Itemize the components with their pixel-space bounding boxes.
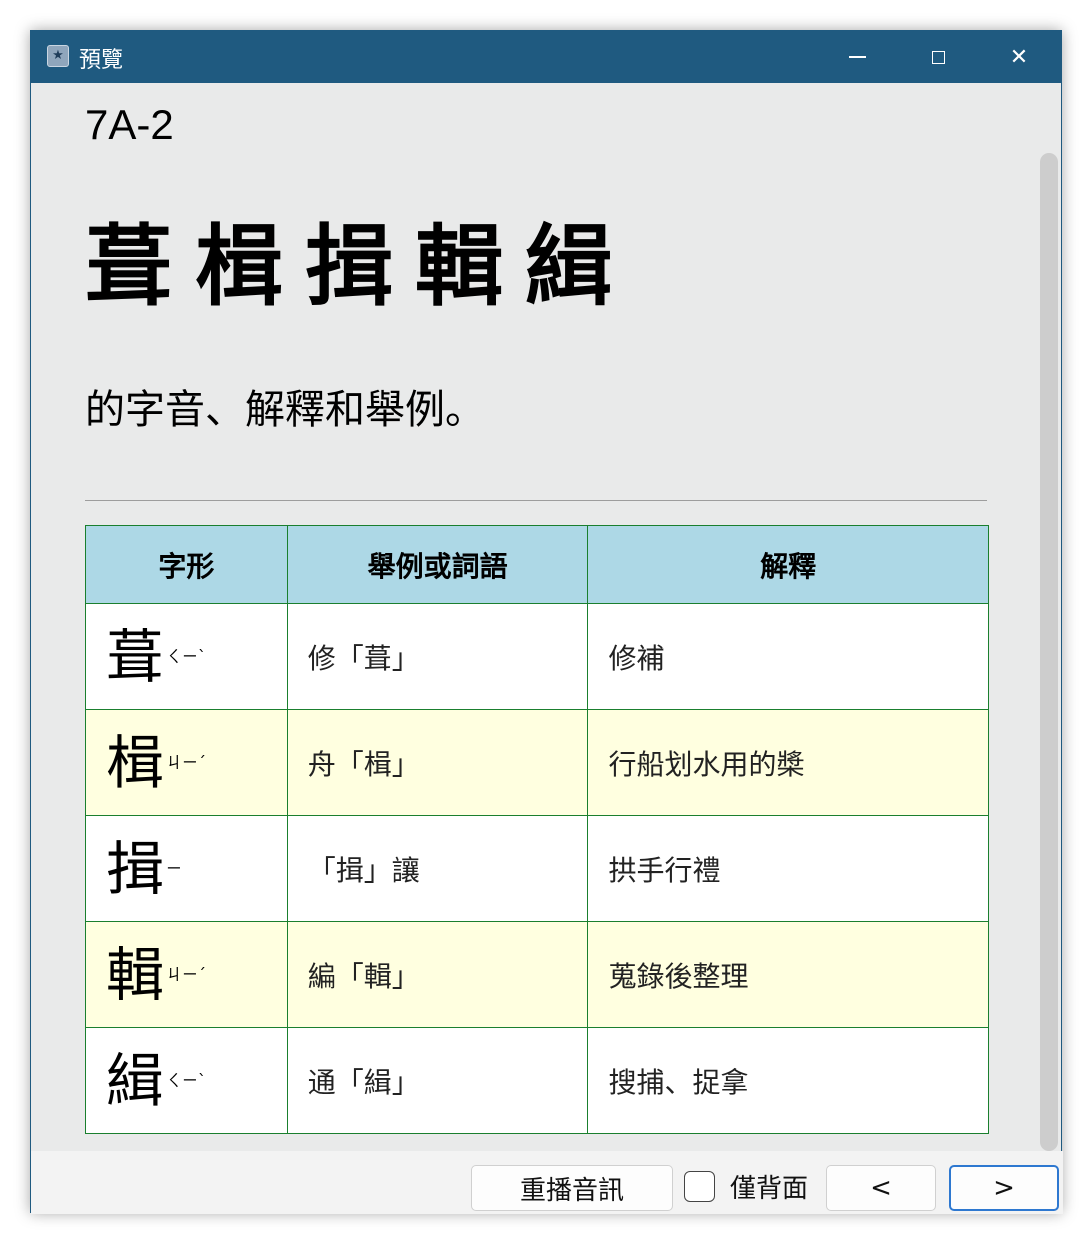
zhuyin: ㄐㄧˊ bbox=[166, 752, 207, 772]
app-icon: ★ bbox=[47, 45, 69, 67]
character-table: 字形 舉例或詞語 解釋 葺ㄑㄧˋ 修「葺」 修補 楫ㄐㄧˊ 舟「楫」 行船划水用… bbox=[85, 525, 989, 1134]
close-icon: ✕ bbox=[1009, 44, 1029, 70]
meaning-cell: 修補 bbox=[587, 603, 989, 710]
window-title: 預覽 bbox=[79, 48, 124, 73]
glyph-cell: 輯ㄐㄧˊ bbox=[85, 921, 288, 1028]
preview-window: ★ 預覽 ✕ 7A-2 葺楫揖輯緝 的字音、解釋和舉例。 字形 舉例或詞語 解釋 bbox=[30, 30, 1063, 1214]
glyph: 葺 bbox=[106, 622, 165, 691]
title-bar[interactable]: ★ 預覽 ✕ bbox=[31, 31, 1061, 83]
table-row: 揖ㄧ 「揖」讓 拱手行禮 bbox=[85, 815, 989, 922]
zhuyin: ㄐㄧˊ bbox=[166, 964, 207, 984]
glyph: 緝 bbox=[106, 1046, 165, 1115]
header-glyph: 字形 bbox=[85, 525, 288, 604]
card-code: 7A-2 bbox=[85, 101, 174, 148]
divider bbox=[85, 500, 987, 501]
glyph: 揖 bbox=[106, 834, 165, 903]
table-row: 緝ㄑㄧˋ 通「緝」 搜捕、捉拿 bbox=[85, 1027, 989, 1134]
meaning-cell: 行船划水用的槳 bbox=[587, 709, 989, 816]
header-meaning: 解釋 bbox=[587, 525, 989, 604]
meaning-cell: 拱手行禮 bbox=[587, 815, 989, 922]
replay-audio-button[interactable]: 重播音訊 bbox=[471, 1165, 673, 1211]
close-button[interactable]: ✕ bbox=[979, 31, 1059, 83]
table-row: 輯ㄐㄧˊ 編「輯」 蒐錄後整理 bbox=[85, 921, 989, 1028]
glyph-cell: 楫ㄐㄧˊ bbox=[85, 709, 288, 816]
maximize-button[interactable] bbox=[898, 31, 978, 83]
glyph-cell: 葺ㄑㄧˋ bbox=[85, 603, 288, 710]
back-only-label[interactable]: 僅背面 bbox=[730, 1168, 808, 1205]
example-cell: 編「輯」 bbox=[286, 921, 589, 1028]
example-cell: 舟「楫」 bbox=[286, 709, 589, 816]
glyph-cell: 緝ㄑㄧˋ bbox=[85, 1027, 288, 1134]
previous-button[interactable]: < bbox=[826, 1165, 936, 1211]
header-example: 舉例或詞語 bbox=[286, 525, 589, 604]
table-header-row: 字形 舉例或詞語 解釋 bbox=[85, 525, 989, 604]
glyph: 楫 bbox=[106, 728, 165, 797]
example-cell: 修「葺」 bbox=[286, 603, 589, 710]
next-button[interactable]: > bbox=[949, 1165, 1059, 1211]
example-cell: 「揖」讓 bbox=[286, 815, 589, 922]
table-row: 楫ㄐㄧˊ 舟「楫」 行船划水用的槳 bbox=[85, 709, 989, 816]
zhuyin: ㄑㄧˋ bbox=[166, 1070, 207, 1090]
card-content: 7A-2 葺楫揖輯緝 的字音、解釋和舉例。 字形 舉例或詞語 解釋 葺ㄑㄧˋ 修… bbox=[31, 83, 1063, 1151]
zhuyin: ㄧ bbox=[166, 858, 183, 878]
card-subtitle: 的字音、解釋和舉例。 bbox=[85, 387, 485, 433]
table-row: 葺ㄑㄧˋ 修「葺」 修補 bbox=[85, 603, 989, 710]
meaning-cell: 搜捕、捉拿 bbox=[587, 1027, 989, 1134]
vertical-scrollbar[interactable] bbox=[1039, 83, 1058, 1151]
glyph: 輯 bbox=[106, 940, 165, 1009]
example-cell: 通「緝」 bbox=[286, 1027, 589, 1134]
maximize-icon bbox=[931, 50, 945, 64]
bottom-toolbar: 重播音訊 僅背面 < > bbox=[31, 1151, 1063, 1214]
minimize-icon bbox=[848, 56, 866, 58]
meaning-cell: 蒐錄後整理 bbox=[587, 921, 989, 1028]
glyph-cell: 揖ㄧ bbox=[85, 815, 288, 922]
scrollbar-thumb[interactable] bbox=[1040, 153, 1058, 1151]
characters-heading: 葺楫揖輯緝 bbox=[85, 215, 636, 318]
zhuyin: ㄑㄧˋ bbox=[166, 646, 207, 666]
back-only-checkbox[interactable] bbox=[684, 1171, 715, 1202]
minimize-button[interactable] bbox=[817, 31, 897, 83]
